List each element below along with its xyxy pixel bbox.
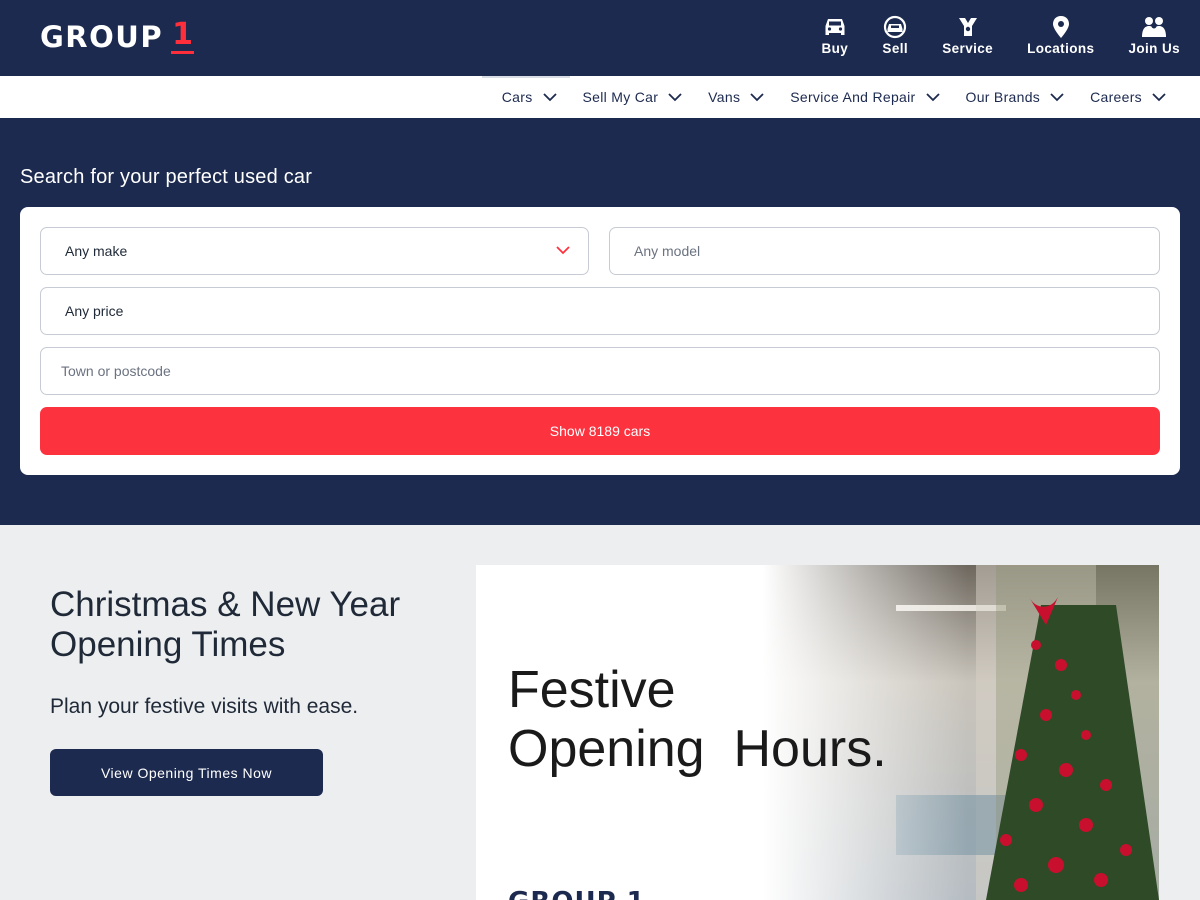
- subnav-item-label: Our Brands: [965, 89, 1041, 105]
- subnav-item-label: Service And Repair: [790, 89, 916, 105]
- nav-join-us-label: Join Us: [1128, 41, 1180, 56]
- chevron-down-icon: [750, 93, 764, 102]
- make-select[interactable]: Any make: [40, 227, 589, 275]
- town-postcode-placeholder: Town or postcode: [61, 363, 171, 379]
- nav-locations[interactable]: Locations: [1027, 14, 1094, 56]
- car-icon: [822, 14, 848, 40]
- model-select-placeholder: Any model: [634, 243, 701, 259]
- subnav-item-label: Careers: [1090, 89, 1142, 105]
- logo-text: GROUP: [40, 20, 164, 54]
- model-select[interactable]: Any model: [609, 227, 1160, 275]
- service-icon: [955, 14, 981, 40]
- nav-sell-label: Sell: [882, 41, 909, 56]
- chevron-down-icon: [925, 93, 940, 102]
- subnav-item-our-brands[interactable]: Our Brands: [966, 89, 1065, 105]
- nav-sell[interactable]: Sell: [882, 14, 908, 56]
- chevron-down-icon: [668, 93, 682, 102]
- chevron-down-icon: [1152, 93, 1166, 102]
- group1-logo[interactable]: GROUP 1: [40, 18, 194, 54]
- top-nav: Buy Sell Service Locations Join Us: [822, 14, 1180, 56]
- make-select-value: Any make: [65, 243, 128, 259]
- location-pin-icon: [1048, 14, 1074, 40]
- price-select-value: Any price: [65, 303, 124, 319]
- promo-title: Christmas & New Year Opening Times: [50, 585, 401, 664]
- show-cars-button[interactable]: Show 8189 cars: [40, 407, 1160, 455]
- nav-service[interactable]: Service: [942, 14, 993, 56]
- promo-subtitle: Plan your festive visits with ease.: [50, 695, 359, 718]
- secondary-nav: Cars Sell My Car Vans Service And Repair…: [0, 76, 1200, 118]
- subnav-item-label: Sell My Car: [582, 89, 659, 105]
- top-header: GROUP 1 Buy Sell Service Locations Join …: [0, 0, 1200, 76]
- subnav-item-cars[interactable]: Cars: [502, 89, 557, 105]
- car-search-section: Search for your perfect used car Any mak…: [0, 118, 1200, 525]
- search-title: Search for your perfect used car: [20, 166, 313, 188]
- nav-buy[interactable]: Buy: [822, 14, 849, 56]
- subnav-item-label: Vans: [708, 89, 741, 105]
- price-select[interactable]: Any price: [40, 287, 1160, 335]
- chevron-down-icon: [1050, 93, 1064, 102]
- banner-logo: GROUP 1: [508, 887, 646, 900]
- subnav-item-vans[interactable]: Vans: [708, 89, 764, 105]
- people-icon: [1141, 14, 1167, 40]
- logo-number: 1: [171, 17, 194, 54]
- chevron-down-icon: [556, 246, 570, 255]
- subnav-item-careers[interactable]: Careers: [1090, 89, 1166, 105]
- subnav-item-label: Cars: [501, 89, 533, 105]
- chevron-down-icon: [542, 93, 557, 102]
- subnav-item-sell-my-car[interactable]: Sell My Car: [583, 89, 683, 105]
- festive-promo-section: Christmas & New Year Opening Times Plan …: [0, 525, 1200, 900]
- nav-locations-label: Locations: [1027, 41, 1095, 56]
- subnav-item-service-and-repair[interactable]: Service And Repair: [790, 89, 940, 105]
- festive-banner-image[interactable]: Festive Opening Hours. GROUP 1: [476, 565, 1159, 900]
- sell-car-icon: [882, 14, 908, 40]
- search-card: Any make Any model Any price Town or pos…: [20, 207, 1180, 475]
- banner-title: Festive Opening Hours.: [508, 661, 887, 778]
- subnav-items: Cars Sell My Car Vans Service And Repair…: [502, 76, 1166, 118]
- nav-join-us[interactable]: Join Us: [1128, 14, 1180, 56]
- view-opening-times-button[interactable]: View Opening Times Now: [50, 749, 323, 796]
- town-postcode-input[interactable]: Town or postcode: [40, 347, 1160, 395]
- nav-service-label: Service: [942, 41, 994, 56]
- nav-buy-label: Buy: [821, 41, 849, 56]
